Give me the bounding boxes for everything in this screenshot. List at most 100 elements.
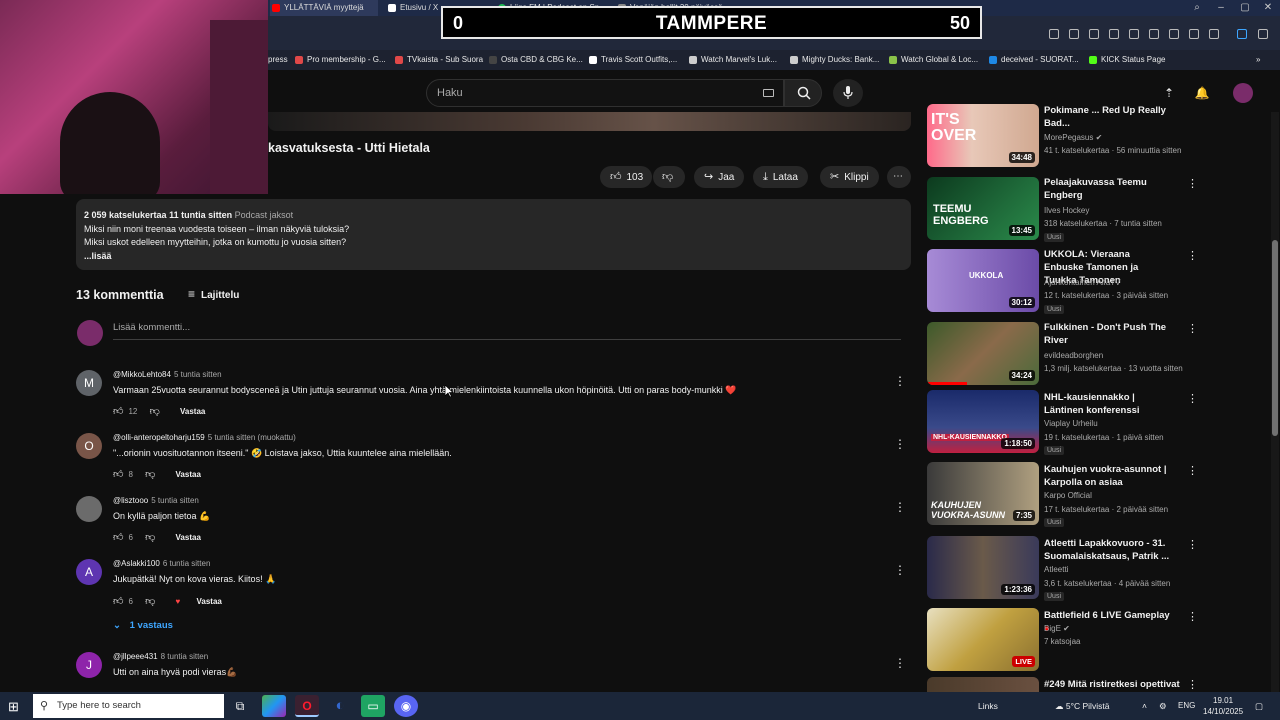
bookmark-item[interactable]: Osta CBD & CBG Ke... <box>489 50 583 70</box>
recommended-video[interactable]: TEEMU ENGBERG 13:45 Pelaajakuvassa Teemu… <box>927 177 1207 243</box>
like-comment-icon[interactable]: 👍︎ <box>113 596 123 607</box>
windows-start-icon[interactable]: ⊞ <box>8 699 19 715</box>
video-menu-icon[interactable]: ⋮ <box>1187 249 1198 262</box>
tray-expand-icon[interactable]: ˄ <box>1142 692 1147 720</box>
links-toolbar[interactable]: Links <box>978 692 998 720</box>
comment-author[interactable]: @MikkoLehto84 <box>113 370 171 379</box>
reply-button[interactable]: Vastaa <box>197 597 222 606</box>
bookmark-item[interactable]: KICK Status Page <box>1089 50 1165 70</box>
like-comment-icon[interactable]: 👍︎ <box>113 406 123 417</box>
bookmark-item[interactable]: deceived - SUORAT... <box>989 50 1079 70</box>
bookmark-item[interactable]: TVkaista - Sub Suora <box>395 50 483 70</box>
comment-menu-icon[interactable]: ⋮ <box>894 563 906 577</box>
video-thumbnail[interactable]: UKKOLA 30:12 <box>927 249 1039 312</box>
bookmark-item[interactable]: Mighty Ducks: Bank... <box>790 50 879 70</box>
video-menu-icon[interactable]: ⋮ <box>1187 538 1198 551</box>
dislike-comment-icon[interactable]: 👎︎ <box>145 596 155 607</box>
video-thumbnail[interactable]: 1:23:36 <box>927 536 1039 599</box>
comment-menu-icon[interactable]: ⋮ <box>894 374 906 388</box>
video-menu-icon[interactable]: ⋮ <box>1187 464 1198 477</box>
notification-icon[interactable]: ▢ <box>1255 692 1263 720</box>
bookmark-item[interactable]: Pro membership - G... <box>295 50 386 70</box>
video-description[interactable]: 2 059 katselukertaa 11 tuntia sitten Pod… <box>76 199 911 270</box>
maximize-icon[interactable]: ▢ <box>1233 0 1257 16</box>
comment-author[interactable]: @olli-anteropeltoharju159 <box>113 433 205 442</box>
heart-icon[interactable] <box>1149 29 1159 39</box>
recommended-video[interactable]: IT'S OVER 34:48 Pokimane ... Red Up Real… <box>927 104 1207 178</box>
like-button[interactable]: 👍︎ 103 <box>600 166 652 188</box>
settings-icon[interactable] <box>1258 29 1268 39</box>
camera-icon[interactable] <box>1069 29 1079 39</box>
bookmark-item[interactable]: Travis Scott Outfits,... <box>589 50 677 70</box>
scrollbar-thumb[interactable] <box>1272 240 1278 436</box>
shield-icon[interactable] <box>1089 29 1099 39</box>
edge-icon[interactable]: ◐ <box>328 695 352 717</box>
recommended-video[interactable]: NHL-KAUSIENNAKKO 1:18:50 NHL-kausiennakk… <box>927 390 1207 456</box>
recommended-video[interactable]: KAUHUJEN VUOKRA-ASUNN 7:35 Kauhujen vuok… <box>927 462 1207 528</box>
clip-button[interactable]: ✂ Klippi <box>820 166 879 188</box>
like-comment-icon[interactable]: 👍︎ <box>113 469 123 480</box>
comment-time[interactable]: 8 tuntia sitten <box>161 652 209 661</box>
comment-avatar[interactable]: O <box>76 433 102 459</box>
keyboard-icon[interactable] <box>763 89 774 97</box>
sort-button[interactable]: ≡ Lajittelu <box>188 287 239 301</box>
comment-menu-icon[interactable]: ⋮ <box>894 500 906 514</box>
video-thumbnail[interactable]: LIVE <box>927 608 1039 671</box>
video-thumbnail[interactable]: IT'S OVER 34:48 <box>927 104 1039 167</box>
video-menu-icon[interactable]: ⋮ <box>1187 177 1198 190</box>
extension-icon[interactable] <box>1237 29 1247 39</box>
comment-menu-icon[interactable]: ⋮ <box>894 437 906 451</box>
search-button[interactable] <box>784 79 822 107</box>
upload-icon[interactable]: ⇡ <box>1160 84 1178 102</box>
mic-button[interactable] <box>833 79 863 107</box>
video-thumbnail[interactable]: 34:24 <box>927 322 1039 385</box>
lock-icon[interactable] <box>1209 29 1219 39</box>
dislike-button[interactable]: 👎︎ <box>653 166 685 188</box>
comment-avatar[interactable]: M <box>76 370 102 396</box>
recommended-video[interactable]: UKKOLA 30:12 UKKOLA: Vieraana Enbuske Ta… <box>927 249 1207 315</box>
comment-time[interactable]: 5 tuntia sitten <box>174 370 222 379</box>
share-button[interactable]: ↪ Jaa <box>694 166 745 188</box>
video-player[interactable] <box>268 112 911 131</box>
dislike-comment-icon[interactable]: 👎︎ <box>145 469 155 480</box>
bookmarks-overflow-icon[interactable]: » <box>1256 50 1260 70</box>
taskbar-search[interactable]: ⚲ Type here to search <box>33 694 224 718</box>
box-icon[interactable] <box>1109 29 1119 39</box>
video-menu-icon[interactable]: ⋮ <box>1187 392 1198 405</box>
reply-button[interactable]: Vastaa <box>176 470 201 479</box>
dislike-comment-icon[interactable]: 👎︎ <box>145 532 155 543</box>
minimize-icon[interactable]: – <box>1209 0 1233 16</box>
video-thumbnail[interactable]: TEEMU ENGBERG 13:45 <box>927 177 1039 240</box>
bookmark-item[interactable]: Watch Global & Loc... <box>889 50 978 70</box>
show-more-link[interactable]: ...lisää <box>84 250 903 264</box>
recommended-video[interactable]: 1:23:36 Atleetti Lapakkovuoro - 31. Suom… <box>927 536 1207 602</box>
page-scrollbar[interactable] <box>1271 112 1279 692</box>
video-thumbnail[interactable] <box>927 677 1039 692</box>
task-view-icon[interactable]: ⧉ <box>228 695 252 717</box>
chat-app-icon[interactable]: ▭ <box>361 695 385 717</box>
add-comment-input[interactable]: Lisää kommentti... <box>113 322 901 340</box>
like-comment-icon[interactable]: 👍︎ <box>113 532 123 543</box>
edit-icon[interactable] <box>1049 29 1059 39</box>
comment-menu-icon[interactable]: ⋮ <box>894 656 906 670</box>
language-indicator[interactable]: ENG <box>1178 692 1195 720</box>
video-menu-icon[interactable]: ⋮ <box>1187 322 1198 335</box>
video-menu-icon[interactable]: ⋮ <box>1187 610 1198 623</box>
system-clock[interactable]: 19.01 14/10/2025 <box>1203 695 1243 717</box>
bell-icon[interactable]: 🔔 <box>1193 84 1211 102</box>
play-icon[interactable] <box>1129 29 1139 39</box>
comment-time[interactable]: 6 tuntia sitten <box>163 559 211 568</box>
video-menu-icon[interactable]: ⋮ <box>1187 678 1198 691</box>
close-icon[interactable]: ✕ <box>1256 0 1280 16</box>
dislike-comment-icon[interactable]: 👎︎ <box>150 406 160 417</box>
browser-tab[interactable]: YLLÄTTÄVIÄ myyttejä <box>270 0 378 16</box>
comment-author[interactable]: @jllpeee431 <box>113 652 158 661</box>
video-thumbnail[interactable]: NHL-KAUSIENNAKKO 1:18:50 <box>927 390 1039 453</box>
app-icon[interactable] <box>262 695 286 717</box>
menu-icon[interactable] <box>1189 29 1199 39</box>
comment-author[interactable]: @Aslakki100 <box>113 559 160 568</box>
comment-avatar[interactable]: J <box>76 652 102 678</box>
network-icon[interactable]: ⚙ <box>1159 692 1167 720</box>
comment-author[interactable]: @lisztooo <box>113 496 148 505</box>
comment-time[interactable]: 5 tuntia sitten (muokattu) <box>208 433 296 442</box>
